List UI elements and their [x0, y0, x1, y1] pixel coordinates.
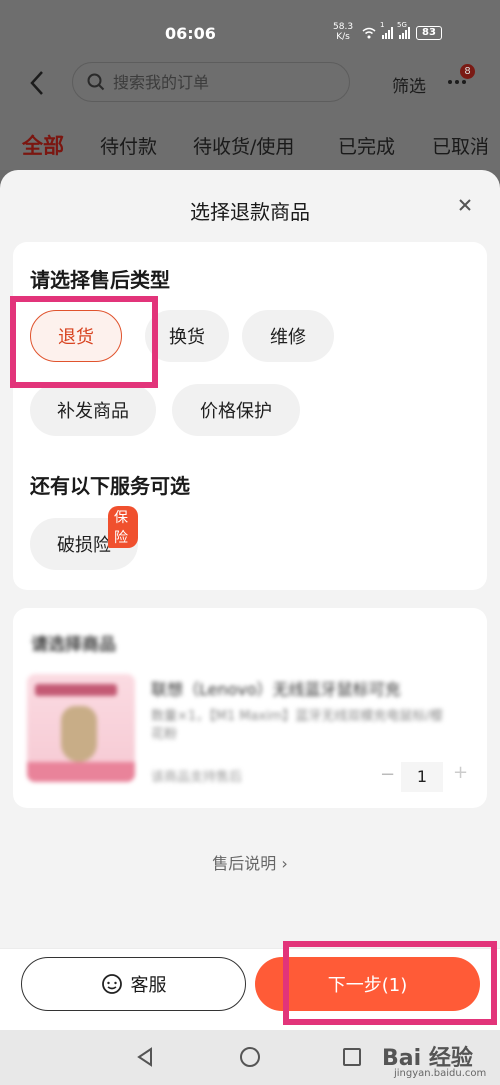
wifi-icon: [362, 27, 376, 39]
product-image: [27, 674, 135, 782]
nav-back-icon[interactable]: [136, 1047, 154, 1067]
type-chip-price-protection[interactable]: 价格保护: [172, 384, 300, 436]
signal-5g-icon: 5G: [397, 21, 410, 39]
product-spec: 数量×1，【M1 Maxim】蓝牙无线双模充电鼠标/樱花粉: [151, 709, 443, 742]
quantity-minus-button[interactable]: −: [380, 764, 395, 785]
filter-button[interactable]: 筛选: [392, 72, 426, 97]
insurance-tag: 保险: [108, 506, 138, 548]
chevron-right-icon: ›: [281, 854, 288, 873]
aftersale-note-link[interactable]: 售后说明 ›: [0, 850, 500, 874]
damage-insurance-chip[interactable]: 破损险 保险: [30, 506, 138, 570]
type-section-title: 请选择售后类型: [30, 268, 170, 292]
watermark-url: jingyan.baidu.com: [394, 1068, 487, 1079]
tab-all[interactable]: 全部: [22, 130, 64, 160]
status-bar: 06:06 58.3 K/s 1 5G 83: [0, 0, 500, 58]
customer-service-button[interactable]: 客服: [21, 957, 246, 1011]
product-name: 联想（Lenovo）无线蓝牙鼠标可充: [151, 680, 401, 699]
battery-icon: 83: [416, 26, 442, 40]
notification-badge: 8: [460, 64, 475, 79]
extra-section-title: 还有以下服务可选: [30, 474, 190, 498]
quantity-value[interactable]: 1: [401, 762, 443, 792]
search-bar[interactable]: [72, 62, 350, 102]
nav-home-icon[interactable]: [240, 1047, 260, 1067]
more-icon[interactable]: [448, 80, 466, 84]
nav-recent-icon[interactable]: [343, 1048, 361, 1066]
tab-pending-payment[interactable]: 待付款: [100, 132, 157, 159]
product-section-title: 请选择商品: [31, 635, 116, 655]
network-speed: 58.3 K/s: [333, 22, 354, 42]
product-subtext: 该商品支持售后: [151, 770, 243, 785]
tab-cancelled[interactable]: 已取消: [432, 132, 489, 159]
type-chip-repair[interactable]: 维修: [242, 310, 334, 362]
highlight-box-return: [10, 296, 158, 388]
close-icon[interactable]: [456, 196, 474, 214]
order-header: 筛选 8: [0, 58, 500, 108]
system-nav-bar: Bai 经验 jingyan.baidu.com: [0, 1030, 500, 1085]
signal-icon: 1: [380, 21, 393, 39]
search-icon: [87, 73, 105, 91]
search-input[interactable]: [113, 72, 313, 92]
tab-completed[interactable]: 已完成: [338, 132, 395, 159]
type-chip-reissue[interactable]: 补发商品: [30, 384, 156, 436]
aftersale-type-card: 请选择售后类型 退货 换货 维修 补发商品 价格保护 还有以下服务可选 破损险 …: [13, 242, 487, 590]
highlight-box-next: [283, 941, 497, 1025]
sheet-title: 选择退款商品: [190, 200, 310, 224]
back-arrow-icon[interactable]: [28, 70, 46, 96]
chat-icon: [101, 974, 122, 994]
tab-pending-receipt[interactable]: 待收货/使用: [193, 132, 294, 159]
order-tabs: 全部 待付款 待收货/使用 已完成 已取消: [0, 108, 500, 170]
quantity-plus-button[interactable]: +: [453, 762, 468, 783]
status-time: 06:06: [165, 24, 216, 43]
product-card[interactable]: 请选择商品 联想（Lenovo）无线蓝牙鼠标可充 数量×1，【M1 Maxim】…: [13, 608, 487, 808]
